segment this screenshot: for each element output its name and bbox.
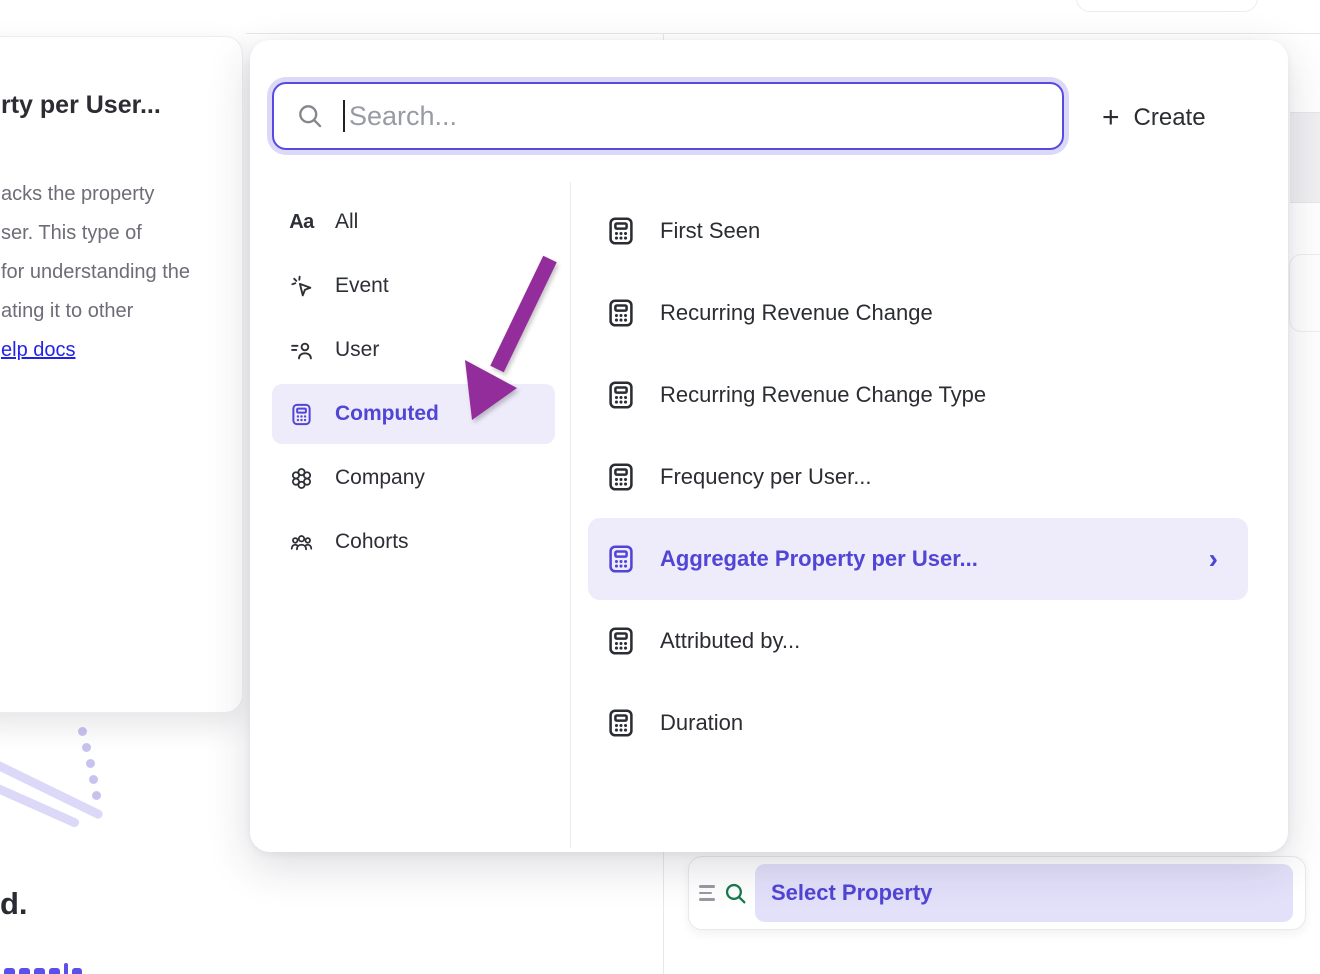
select-property-label: Select Property: [771, 880, 932, 906]
calculator-icon: [288, 402, 315, 427]
property-item-first-seen[interactable]: First Seen: [588, 190, 1248, 272]
text-format-aa-icon: Aa: [288, 211, 315, 234]
category-item-company[interactable]: Company: [272, 448, 555, 508]
search-icon: [723, 881, 748, 906]
popover-divider: [570, 182, 571, 848]
property-item-attributed-by[interactable]: Attributed by...: [588, 600, 1248, 682]
decorative-dot: [92, 791, 101, 800]
property-item-frequency-per-user[interactable]: Frequency per User...: [588, 436, 1248, 518]
property-picker-popover: + Create Aa All Event: [250, 40, 1288, 852]
decorative-dot: [89, 775, 98, 784]
user-list-icon: [288, 338, 315, 363]
tooltip-body-line: ating it to other: [1, 292, 190, 331]
property-item-recurring-revenue-change[interactable]: Recurring Revenue Change: [588, 272, 1248, 354]
category-list: Aa All Event: [272, 192, 555, 576]
event-cursor-icon: [288, 274, 315, 299]
cohorts-people-icon: [288, 530, 315, 555]
select-property-button[interactable]: Select Property: [755, 864, 1293, 922]
category-item-computed[interactable]: Computed: [272, 384, 555, 444]
property-item-duration[interactable]: Duration: [588, 682, 1248, 764]
property-item-recurring-revenue-change-type[interactable]: Recurring Revenue Change Type: [588, 354, 1248, 436]
decorative-dot: [78, 727, 87, 736]
category-label: Event: [335, 274, 389, 298]
property-label: Attributed by...: [660, 628, 800, 654]
calculator-icon: [604, 707, 638, 739]
tooltip-body-line: for understanding the: [1, 253, 190, 292]
category-label: Cohorts: [335, 530, 409, 554]
property-label: Frequency per User...: [660, 464, 872, 490]
calculator-icon: [604, 625, 638, 657]
category-label: All: [335, 210, 358, 234]
metric-property-row: Select Property: [688, 856, 1306, 930]
plus-icon: +: [1102, 103, 1120, 133]
search-input[interactable]: [349, 84, 1062, 148]
tooltip-body-line: acks the property: [1, 175, 190, 214]
category-item-user[interactable]: User: [272, 320, 555, 380]
drag-handle-icon[interactable]: [699, 885, 715, 901]
app-background: d. rty per User... acks the property ser…: [0, 0, 1320, 974]
property-label: First Seen: [660, 218, 760, 244]
property-list: First Seen Recurring Revenue Change: [588, 190, 1248, 764]
tooltip-body: acks the property ser. This type of for …: [1, 175, 190, 331]
clipped-link-fragment[interactable]: [4, 963, 94, 974]
calculator-icon: [604, 215, 638, 247]
search-icon: [296, 102, 324, 130]
category-label: User: [335, 338, 379, 362]
decorative-dot: [86, 759, 95, 768]
text-caret: [343, 100, 345, 132]
header-divider-line: [246, 33, 1320, 34]
property-label: Duration: [660, 710, 743, 736]
property-label: Recurring Revenue Change: [660, 300, 933, 326]
property-label: Aggregate Property per User...: [660, 546, 978, 572]
calculator-icon: [604, 543, 638, 575]
tooltip-body-line: ser. This type of: [1, 214, 190, 253]
property-item-aggregate-property-per-user[interactable]: Aggregate Property per User... ›: [588, 518, 1248, 600]
tooltip-title: rty per User...: [1, 91, 161, 120]
chevron-right-icon: ›: [1209, 545, 1232, 573]
create-button-label: Create: [1134, 104, 1206, 132]
category-label: Company: [335, 466, 425, 490]
calculator-icon: [604, 461, 638, 493]
calculator-icon: [604, 379, 638, 411]
category-label: Computed: [335, 402, 439, 426]
search-field[interactable]: [272, 82, 1064, 150]
calculator-icon: [604, 297, 638, 329]
category-item-cohorts[interactable]: Cohorts: [272, 512, 555, 572]
right-edge-card-fragment: [1289, 254, 1320, 332]
partial-card-top-edge: [1076, 0, 1258, 12]
category-item-event[interactable]: Event: [272, 256, 555, 316]
right-edge-gray-panel: [1290, 112, 1320, 203]
property-label: Recurring Revenue Change Type: [660, 382, 986, 408]
clipped-heading-fragment: d.: [0, 886, 28, 922]
company-cluster-icon: [288, 466, 315, 491]
help-docs-link[interactable]: elp docs: [1, 331, 76, 370]
create-button[interactable]: + Create: [1102, 98, 1206, 138]
property-description-tooltip: rty per User... acks the property ser. T…: [0, 36, 243, 713]
category-item-all[interactable]: Aa All: [272, 192, 555, 252]
decorative-dot: [82, 743, 91, 752]
